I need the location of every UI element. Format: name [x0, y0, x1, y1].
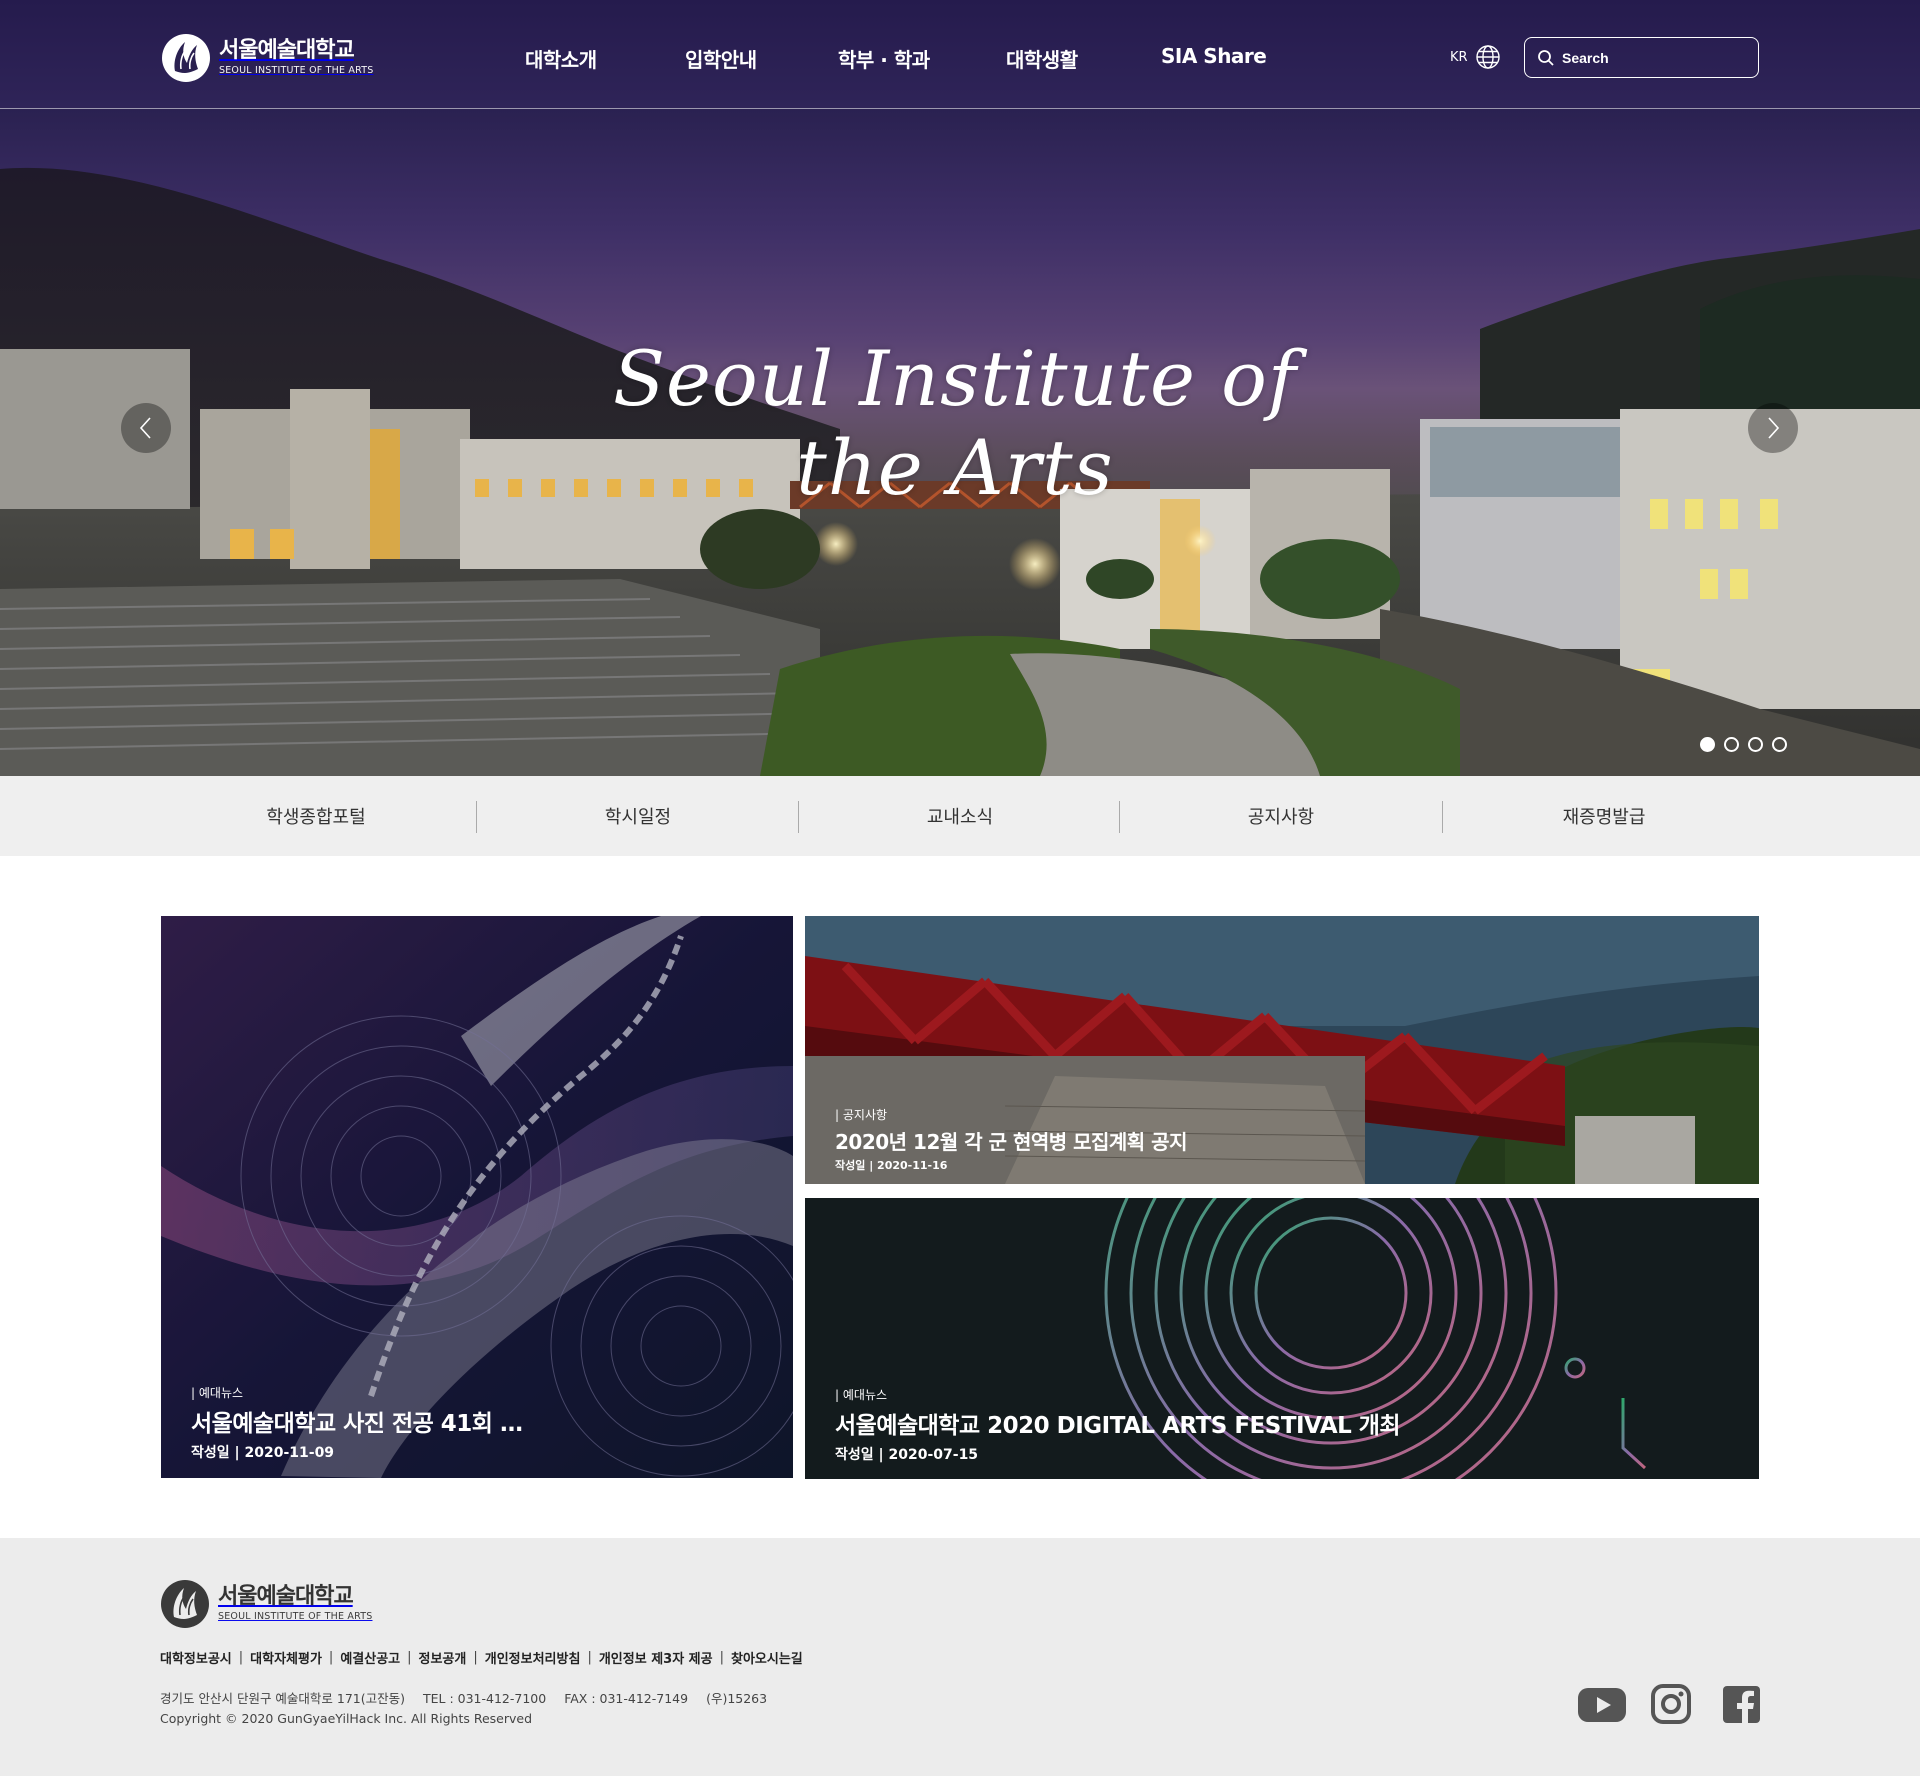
slider-next-button[interactable] — [1748, 403, 1798, 453]
hero-script-title: Seoul Institute of the Arts — [612, 334, 1298, 512]
nav-item-about[interactable]: 대학소개 — [525, 44, 597, 73]
site-footer: 서울예술대학교 SEOUL INSTITUTE OF THE ARTS 대학정보… — [0, 1538, 1920, 1776]
globe-icon — [1475, 45, 1500, 69]
chevron-left-icon — [139, 417, 151, 439]
chevron-right-icon — [1768, 417, 1780, 439]
divider: | — [238, 1650, 244, 1665]
festival-card-caption: | 예대뉴스 서울예술대학교 2020 DIGITAL ARTS FESTIVA… — [835, 1386, 1401, 1464]
logo-emblem-icon — [162, 34, 210, 82]
news-card-festival[interactable]: | 예대뉴스 서울예술대학교 2020 DIGITAL ARTS FESTIVA… — [805, 1198, 1759, 1479]
footer-tel: TEL : 031-412-7100 — [423, 1691, 547, 1706]
divider: | — [328, 1650, 334, 1665]
footer-fax: FAX : 031-412-7149 — [564, 1691, 689, 1706]
quick-link-academic-calendar[interactable]: 학시일정 — [477, 776, 799, 856]
festival-card-title: 서울예술대학교 2020 DIGITAL ARTS FESTIVAL 개최 — [835, 1413, 1401, 1439]
footer-link-directions[interactable]: 찾아오시는길 — [731, 1648, 803, 1667]
footer-logo[interactable]: 서울예술대학교 SEOUL INSTITUTE OF THE ARTS — [160, 1579, 372, 1629]
youtube-icon[interactable] — [1578, 1686, 1626, 1724]
quick-link-notices[interactable]: 공지사항 — [1120, 776, 1442, 856]
search-box — [1524, 37, 1759, 78]
slider-dot-2[interactable] — [1724, 737, 1739, 752]
footer-address: 경기도 안산시 단원구 예술대학로 171(고잔동) — [160, 1691, 406, 1706]
slider-dot-4[interactable] — [1772, 737, 1787, 752]
slider-dot-3[interactable] — [1748, 737, 1763, 752]
news-card-category: | 예대뉴스 — [191, 1386, 244, 1400]
quick-link-student-portal[interactable]: 학생종합포털 — [155, 776, 477, 856]
news-card-title: 서울예술대학교 사진 전공 41회 … — [191, 1411, 523, 1437]
footer-link-third-party[interactable]: 개인정보 제3자 제공 — [599, 1648, 713, 1667]
notice-card-category: | 공지사항 — [835, 1108, 888, 1122]
instagram-icon[interactable] — [1651, 1684, 1691, 1724]
footer-link-budget[interactable]: 예결산공고 — [340, 1648, 400, 1667]
nav-item-admission[interactable]: 입학안내 — [685, 44, 757, 73]
language-selector[interactable]: KR — [1450, 44, 1501, 70]
search-input[interactable] — [1562, 49, 1752, 66]
divider: | — [407, 1650, 412, 1665]
quick-link-campus-news[interactable]: 교내소식 — [799, 776, 1121, 856]
notice-card-caption: | 공지사항 2020년 12월 각 군 현역병 모집계획 공지 작성일 | 2… — [835, 1106, 1187, 1173]
nav-item-campus-life[interactable]: 대학생활 — [1006, 44, 1078, 73]
news-card-large-caption: | 예대뉴스 서울예술대학교 사진 전공 41회 … 작성일 | 2020-11… — [191, 1384, 523, 1462]
footer-logo-name-en: SEOUL INSTITUTE OF THE ARTS — [218, 1611, 373, 1623]
hero-slider: Seoul Institute of the Arts — [0, 109, 1920, 776]
news-card-large[interactable]: | 예대뉴스 서울예술대학교 사진 전공 41회 … 작성일 | 2020-11… — [161, 916, 793, 1478]
footer-address-line: 경기도 안산시 단원구 예술대학로 171(고잔동) TEL : 031-412… — [160, 1688, 781, 1707]
hero-stairs — [0, 579, 821, 776]
footer-zip: (우)15263 — [706, 1691, 768, 1706]
language-label: KR — [1450, 49, 1468, 65]
footer-logo-name-ko: 서울예술대학교 — [218, 1584, 354, 1610]
divider: | — [719, 1650, 724, 1665]
facebook-icon[interactable] — [1723, 1686, 1760, 1723]
divider: | — [473, 1650, 478, 1665]
quick-links-bar: 학생종합포털 학시일정 교내소식 공지사항 재증명발급 — [0, 776, 1920, 856]
nav-item-departments[interactable]: 학부 · 학과 — [838, 44, 930, 73]
footer-link-privacy-policy[interactable]: 개인정보처리방침 — [485, 1648, 581, 1667]
quick-link-certificates[interactable]: 재증명발급 — [1443, 776, 1765, 856]
logo-name-ko: 서울예술대학교 — [219, 38, 355, 64]
site-logo[interactable]: 서울예술대학교 SEOUL INSTITUTE OF THE ARTS — [161, 33, 373, 83]
logo-name-en: SEOUL INSTITUTE OF THE ARTS — [219, 65, 374, 77]
notice-card[interactable]: | 공지사항 2020년 12월 각 군 현역병 모집계획 공지 작성일 | 2… — [805, 916, 1759, 1184]
footer-link-self-evaluation[interactable]: 대학자체평가 — [250, 1648, 322, 1667]
footer-link-info-release[interactable]: 정보공개 — [419, 1648, 467, 1667]
footer-copyright: Copyright © 2020 GunGyaeYilHack Inc. All… — [160, 1711, 533, 1726]
notice-card-title: 2020년 12월 각 군 현역병 모집계획 공지 — [835, 1130, 1187, 1154]
slider-prev-button[interactable] — [121, 403, 171, 453]
notice-card-date: 작성일 | 2020-11-16 — [835, 1159, 948, 1172]
festival-card-date: 작성일 | 2020-07-15 — [835, 1447, 979, 1463]
divider: | — [587, 1650, 592, 1665]
footer-logo-emblem-icon — [161, 1580, 209, 1628]
slider-pagination — [1700, 737, 1787, 752]
footer-link-disclosure[interactable]: 대학정보공시 — [160, 1648, 232, 1667]
nav-item-sia-share[interactable]: SIA Share — [1161, 44, 1267, 68]
festival-card-category: | 예대뉴스 — [835, 1388, 888, 1402]
footer-links: 대학정보공시 | 대학자체평가 | 예결산공고 | 정보공개 | 개인정보처리방… — [160, 1648, 803, 1667]
slider-dot-1[interactable] — [1700, 737, 1715, 752]
site-header: 서울예술대학교 SEOUL INSTITUTE OF THE ARTS 대학소개… — [0, 0, 1920, 109]
search-icon[interactable] — [1537, 49, 1555, 67]
news-card-date: 작성일 | 2020-11-09 — [191, 1445, 335, 1461]
